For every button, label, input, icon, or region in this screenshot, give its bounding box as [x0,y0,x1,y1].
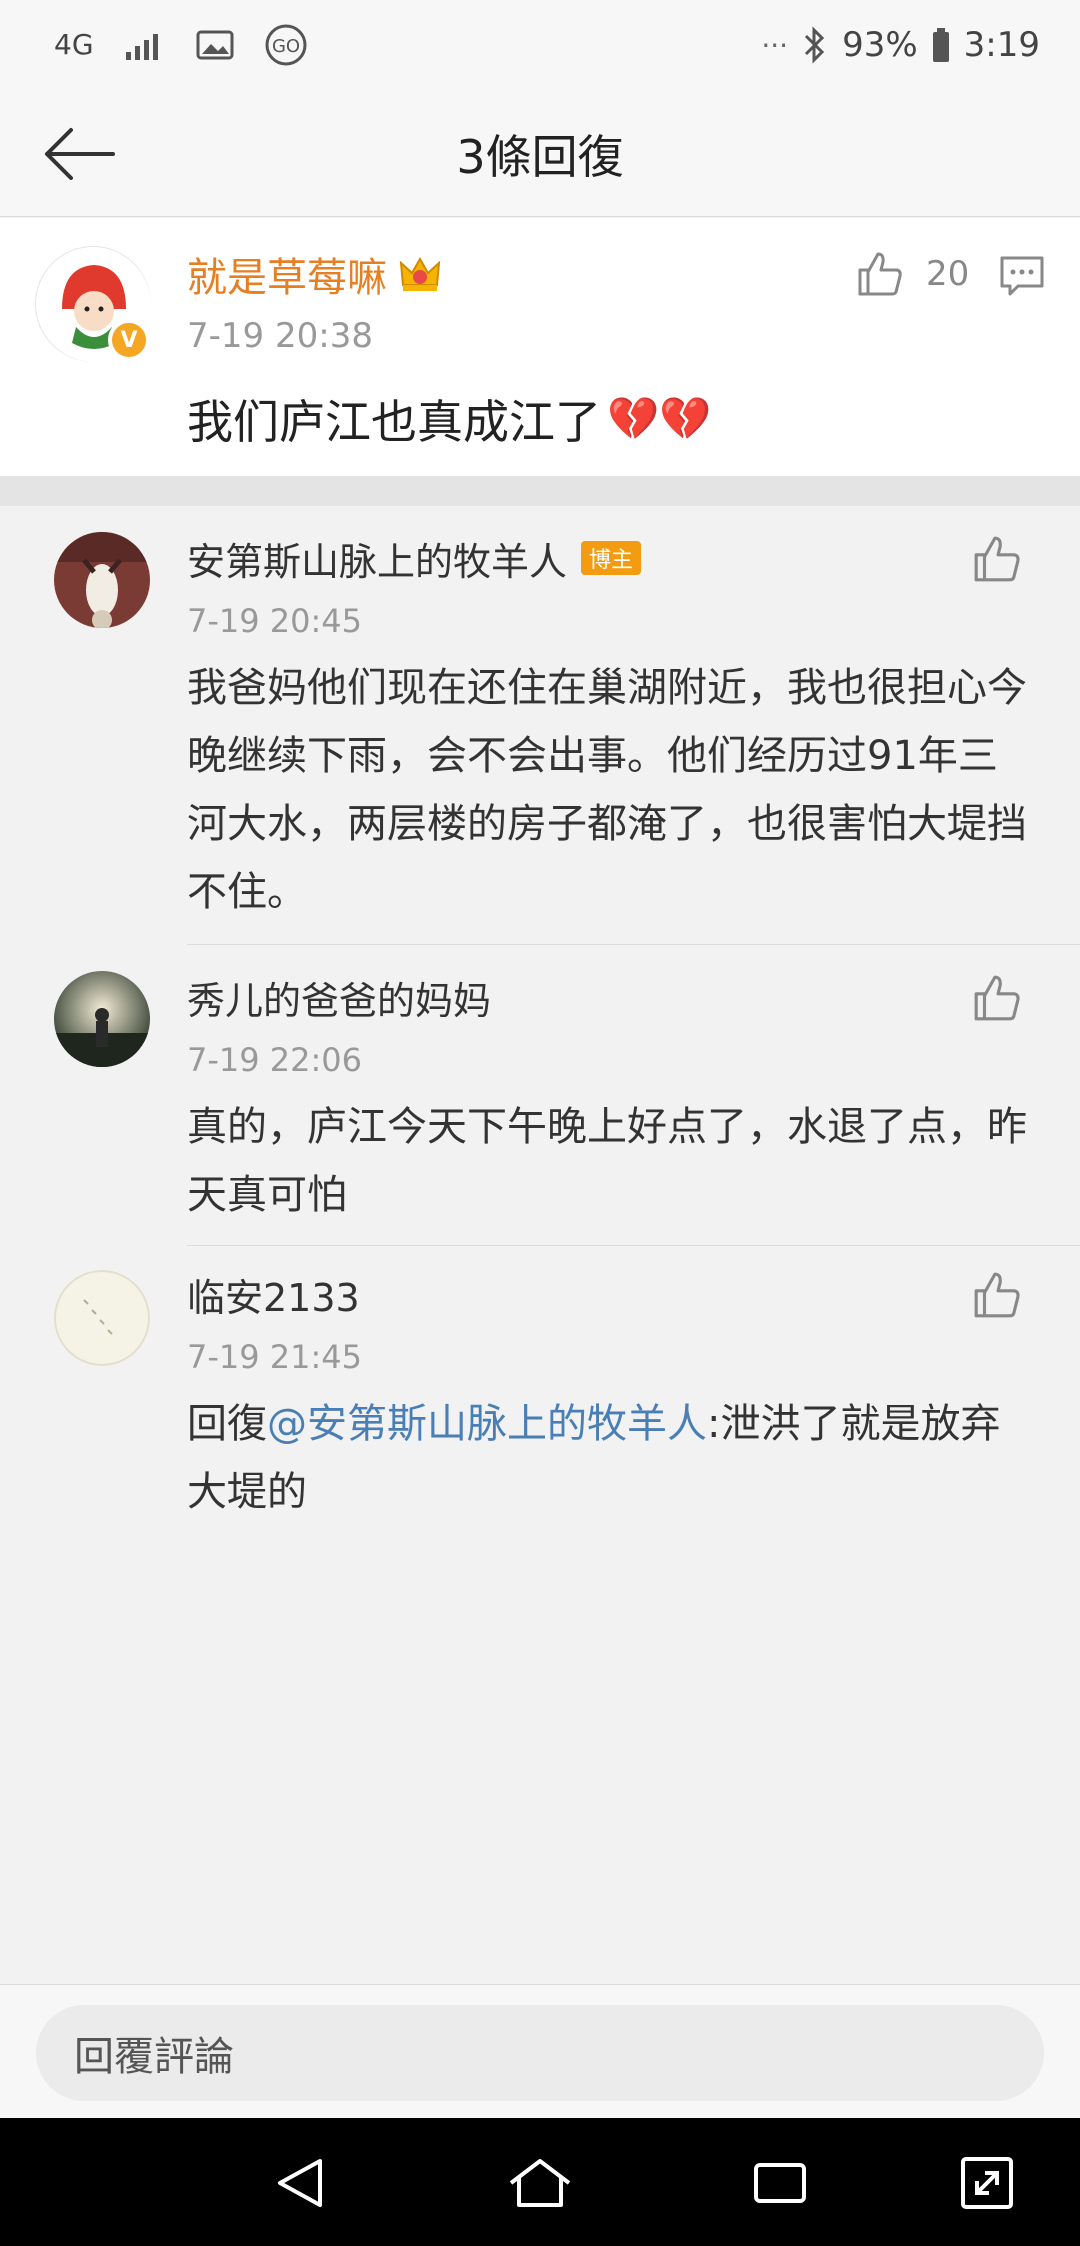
reply-item: 临安2133 7-19 21:45 回復@安第斯山脉上的牧羊人:泄洪了就是放弃大… [0,1246,1080,1546]
reply-item: 安第斯山脉上的牧羊人 博主 7-19 20:45 我爸妈他们现在还住在巢湖附近，… [0,506,1080,945]
timestamp: 7-19 21:45 [187,1338,363,1376]
reply-prefix: 回復 [187,1401,267,1447]
timestamp: 7-19 20:38 [187,316,373,356]
avatar[interactable]: V [35,246,151,362]
comment-text-body: 我们庐江也真成江了 [187,395,601,449]
bluetooth-icon [802,26,828,64]
crown-icon [397,251,443,297]
reply-input-bar: 回覆評論 [0,1984,1080,2118]
nav-recents-button[interactable] [745,2148,815,2218]
user-name-row: 就是草莓嘛 [187,246,443,302]
reply-text: 回復@安第斯山脉上的牧羊人:泄洪了就是放弃大堤的 [187,1390,1037,1526]
status-right: ··· 93% 3:19 [761,25,1040,65]
system-nav-bar [0,2118,1080,2246]
thumbs-up-icon [974,536,1020,582]
like-button[interactable] [972,1270,1022,1320]
reply-list: 安第斯山脉上的牧羊人 博主 7-19 20:45 我爸妈他们现在还住在巢湖附近，… [0,506,1080,1542]
user-name[interactable]: 秀儿的爸爸的妈妈 [187,970,491,1025]
reply-text: 我爸妈他们现在还住在巢湖附近，我也很担心今晚继续下雨，会不会出事。他们经历过91… [187,665,1027,915]
avatar-image [54,971,150,1067]
home-icon [509,2159,571,2207]
status-left: 4G GO [54,23,308,67]
user-name-row: 秀儿的爸爸的妈妈 [187,969,491,1025]
reply-item: 秀儿的爸爸的妈妈 7-19 22:06 真的，庐江今天下午晚上好点了，水退了点，… [0,945,1080,1246]
battery-icon [932,27,950,63]
verified-badge: V [108,319,150,361]
comment-icon [1000,256,1044,296]
image-icon [196,29,234,61]
recents-icon [754,2163,806,2203]
timestamp: 7-19 22:06 [187,1041,363,1079]
like-button[interactable] [972,973,1022,1023]
mention-link[interactable]: @安第斯山脉上的牧羊人 [267,1401,707,1447]
network-label: 4G [54,28,94,61]
broken-heart-icons: 💔💔 [607,394,712,443]
page-title: 3條回復 [456,129,624,184]
user-name[interactable]: 就是草莓嘛 [187,245,387,303]
triangle-back-icon [278,2159,322,2207]
avatar-image [54,1270,150,1366]
signal-icon [124,28,166,62]
avatar[interactable] [54,971,150,1067]
reply-text: 真的，庐江今天下午晚上好点了，水退了点，昨天真可怕 [187,1104,1027,1218]
main-comment: V 就是草莓嘛 7-19 20:38 我们庐江也真成江了 💔💔 20 [0,218,1080,476]
like-button[interactable]: 20 [856,246,969,302]
go-icon: GO [264,23,308,67]
thumbs-up-icon [974,975,1020,1021]
section-divider [0,476,1080,506]
timestamp: 7-19 20:45 [187,602,363,640]
nav-back-button[interactable] [265,2148,335,2218]
user-name[interactable]: 临安2133 [187,1267,360,1322]
clock: 3:19 [963,25,1040,65]
user-name-row: 临安2133 [187,1266,360,1322]
thumbs-up-icon [974,1272,1020,1318]
avatar-image [54,532,150,628]
nav-resize-button[interactable] [952,2148,1022,2218]
reply-input[interactable]: 回覆評論 [36,2005,1044,2101]
svg-text:GO: GO [271,36,299,57]
header: 3條回復 [0,90,1080,217]
user-name-row: 安第斯山脉上的牧羊人 博主 [187,530,642,586]
user-name[interactable]: 安第斯山脉上的牧羊人 [187,531,567,586]
like-button[interactable] [972,534,1022,584]
reply-button[interactable] [998,252,1046,300]
reply-input-placeholder: 回覆評論 [74,2034,234,2080]
battery-percent: 93% [842,25,918,65]
status-bar: 4G GO ··· 93% 3:19 [0,0,1080,90]
avatar[interactable] [54,532,150,628]
nav-home-button[interactable] [505,2148,575,2218]
more-dots: ··· [761,28,789,62]
avatar[interactable] [54,1270,150,1366]
expand-icon [961,2157,1013,2209]
blogger-badge: 博主 [581,541,642,575]
like-count: 20 [926,254,970,294]
thumbs-up-icon [858,252,902,296]
network-4g-icon: 4G [54,31,94,59]
comment-text: 我们庐江也真成江了 💔💔 [187,386,712,452]
